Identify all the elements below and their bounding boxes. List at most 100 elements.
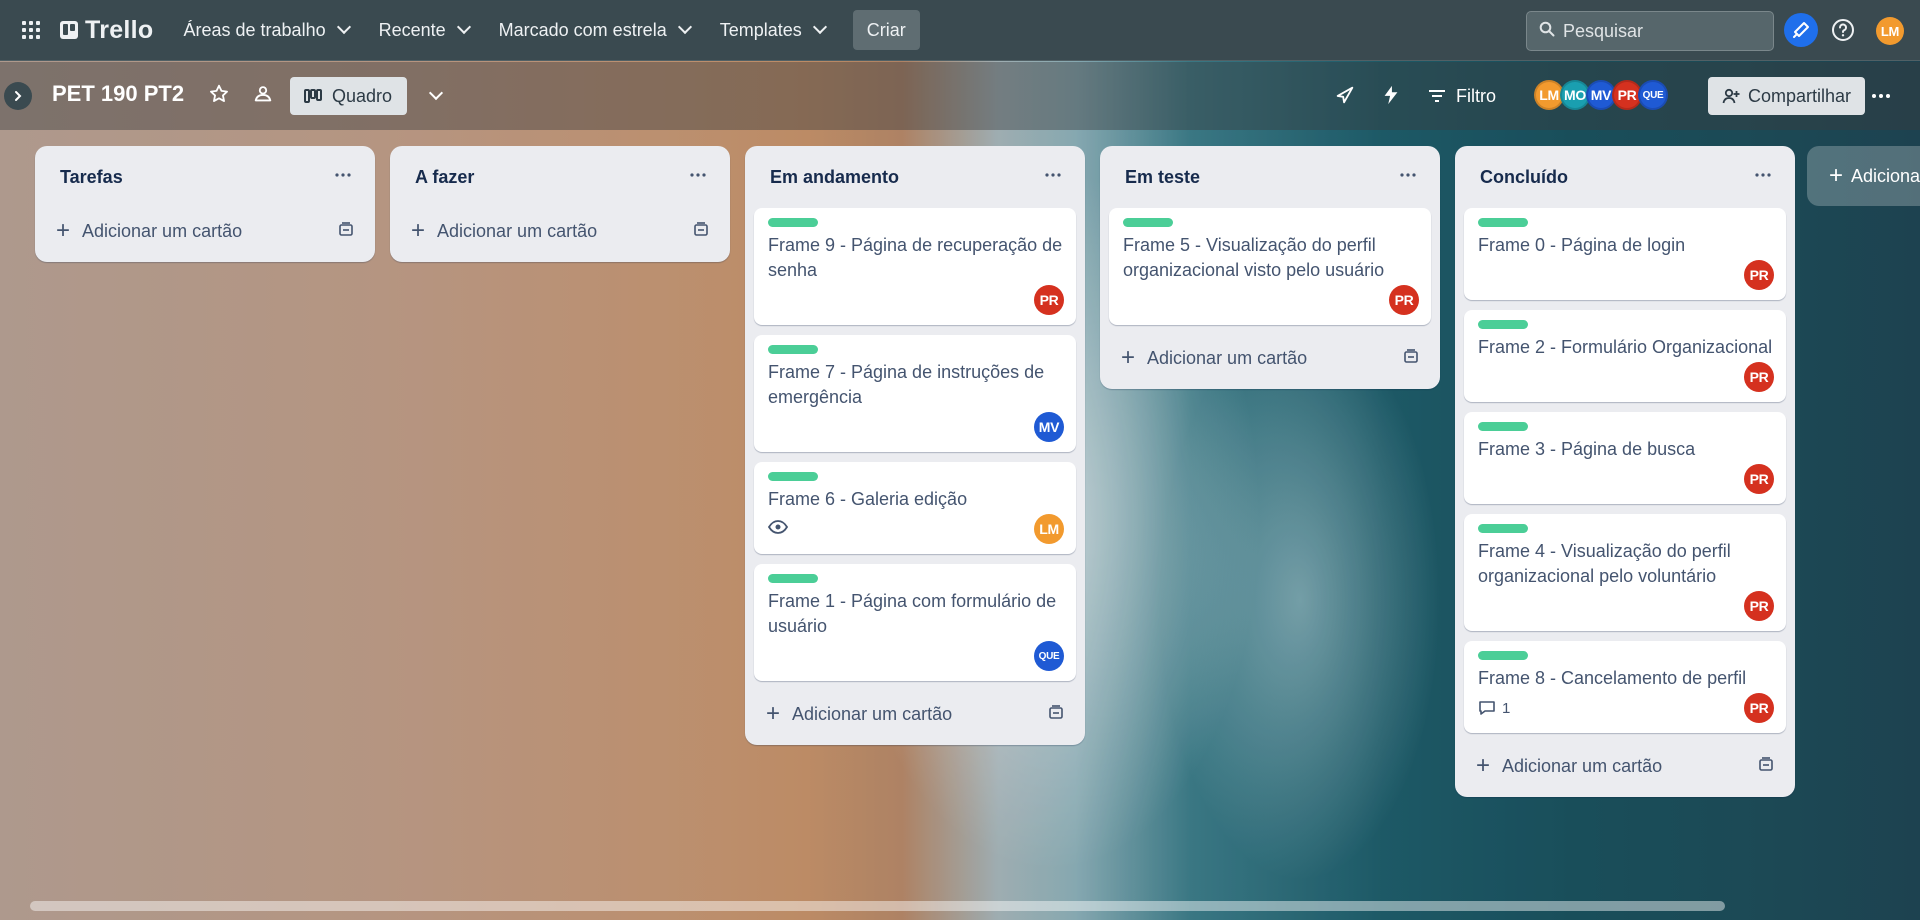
- card[interactable]: Frame 1 - Página com formulário de usuár…: [754, 564, 1076, 681]
- card-member-avatar[interactable]: MV: [1034, 412, 1064, 442]
- card[interactable]: Frame 7 - Página de instruções de emergê…: [754, 335, 1076, 452]
- filter-label: Filtro: [1456, 85, 1496, 106]
- card-member-avatar[interactable]: PR: [1744, 591, 1774, 621]
- help-icon: [1832, 19, 1854, 41]
- card-label-green[interactable]: [768, 574, 818, 583]
- help-button[interactable]: [1830, 17, 1856, 43]
- card[interactable]: Frame 4 - Visualização do perfil organiz…: [1464, 514, 1786, 631]
- automation-button[interactable]: [1380, 84, 1402, 111]
- card[interactable]: Frame 9 - Página de recuperação de senha…: [754, 208, 1076, 325]
- card-label-green[interactable]: [768, 472, 818, 481]
- card[interactable]: Frame 8 - Cancelamento de perfil 1 PR: [1464, 641, 1786, 733]
- list-title[interactable]: Tarefas: [60, 167, 123, 188]
- list-title[interactable]: Concluído: [1480, 167, 1568, 188]
- menu-starred[interactable]: Marcado com estrela: [487, 10, 702, 50]
- card-member-avatar[interactable]: PR: [1034, 285, 1064, 315]
- create-button[interactable]: Criar: [852, 10, 920, 50]
- add-card-label: Adicionar um cartão: [1147, 347, 1308, 368]
- create-from-template-icon[interactable]: [693, 221, 709, 242]
- card-label-green[interactable]: [1123, 218, 1173, 227]
- card-title: Frame 3 - Página de busca: [1478, 439, 1696, 459]
- card-label-green[interactable]: [1478, 422, 1528, 431]
- card-member-avatar[interactable]: PR: [1744, 464, 1774, 494]
- grid-icon[interactable]: [16, 15, 46, 45]
- more-icon: [1399, 166, 1417, 189]
- card[interactable]: Frame 6 - Galeria edição LM: [754, 462, 1076, 554]
- list-title[interactable]: Em andamento: [770, 167, 899, 188]
- filter-button[interactable]: Filtro: [1428, 77, 1496, 115]
- card-label-green[interactable]: [1478, 524, 1528, 533]
- list-header[interactable]: Concluído: [1464, 146, 1786, 208]
- view-switcher-button[interactable]: [416, 77, 456, 115]
- list-header[interactable]: Em teste: [1109, 146, 1431, 208]
- card-label-green[interactable]: [768, 218, 818, 227]
- card[interactable]: Frame 2 - Formulário Organizacional PR: [1464, 310, 1786, 402]
- add-list-button[interactable]: + Adiciona: [1807, 146, 1920, 206]
- card-member-avatar[interactable]: PR: [1389, 285, 1419, 315]
- power-ups-button[interactable]: [1334, 84, 1356, 111]
- card-member-avatar[interactable]: PR: [1744, 362, 1774, 392]
- card-member-avatar[interactable]: QUE: [1034, 641, 1064, 671]
- add-card-button[interactable]: + Adicionar um cartão: [754, 691, 1076, 737]
- member-avatar[interactable]: QUE: [1638, 80, 1668, 110]
- visibility-button[interactable]: [252, 83, 274, 110]
- menu-templates[interactable]: Templates: [708, 10, 837, 50]
- chevron-down-icon: [336, 19, 351, 35]
- card-member-avatar[interactable]: PR: [1744, 260, 1774, 290]
- list-header[interactable]: Em andamento: [754, 146, 1076, 208]
- list-header[interactable]: Tarefas: [44, 146, 366, 208]
- card-label-green[interactable]: [1478, 218, 1528, 227]
- list-menu-button[interactable]: [1038, 162, 1068, 192]
- list-menu-button[interactable]: [683, 162, 713, 192]
- list-title[interactable]: A fazer: [415, 167, 474, 188]
- sidebar-toggle-button[interactable]: [4, 82, 32, 110]
- menu-recent[interactable]: Recente: [367, 10, 481, 50]
- list-0: Tarefas + Adicionar um cartão: [35, 146, 375, 262]
- comment-icon: [1478, 700, 1496, 716]
- eye-icon: [767, 519, 789, 539]
- star-button[interactable]: [208, 83, 230, 110]
- add-card-label: Adicionar um cartão: [437, 220, 598, 241]
- share-button[interactable]: Compartilhar: [1708, 77, 1866, 115]
- card-member-avatar[interactable]: PR: [1744, 693, 1774, 723]
- scrollbar-thumb[interactable]: [30, 901, 1725, 911]
- card-label-green[interactable]: [768, 345, 818, 354]
- board-title[interactable]: PET 190 PT2: [52, 81, 184, 107]
- list-menu-button[interactable]: [328, 162, 358, 192]
- rocket-icon: [1336, 86, 1354, 104]
- more-icon: [1872, 94, 1890, 98]
- board-view-button[interactable]: Quadro: [290, 77, 408, 115]
- create-from-template-icon[interactable]: [1048, 704, 1064, 725]
- megaphone-icon: [1793, 22, 1809, 38]
- trello-logo[interactable]: Trello: [60, 16, 154, 45]
- add-card-button[interactable]: + Adicionar um cartão: [44, 208, 366, 254]
- card[interactable]: Frame 0 - Página de login PR: [1464, 208, 1786, 300]
- board-menu-button[interactable]: [1870, 85, 1892, 112]
- card-label-green[interactable]: [1478, 651, 1528, 660]
- create-from-template-icon[interactable]: [338, 221, 354, 242]
- list-menu-button[interactable]: [1748, 162, 1778, 192]
- add-card-button[interactable]: + Adicionar um cartão: [1109, 335, 1431, 381]
- logo-text: Trello: [85, 15, 154, 44]
- lightning-icon: [1384, 85, 1398, 105]
- list-title[interactable]: Em teste: [1125, 167, 1200, 188]
- create-from-template-icon[interactable]: [1403, 348, 1419, 369]
- user-avatar[interactable]: LM: [1876, 17, 1904, 45]
- list-menu-button[interactable]: [1393, 162, 1423, 192]
- list-header[interactable]: A fazer: [399, 146, 721, 208]
- card-label-green[interactable]: [1478, 320, 1528, 329]
- notifications-button[interactable]: [1784, 13, 1818, 47]
- menu-label: Marcado com estrela: [498, 19, 667, 40]
- add-card-button[interactable]: + Adicionar um cartão: [399, 208, 721, 254]
- search-placeholder: Pesquisar: [1563, 20, 1644, 41]
- comment-count: 1: [1502, 699, 1511, 717]
- horizontal-scrollbar[interactable]: [20, 899, 1900, 911]
- card-member-avatar[interactable]: LM: [1034, 514, 1064, 544]
- search-input[interactable]: Pesquisar: [1526, 11, 1774, 51]
- card[interactable]: Frame 5 - Visualização do perfil organiz…: [1109, 208, 1431, 325]
- card-footer: LM: [767, 514, 1064, 544]
- add-card-button[interactable]: + Adicionar um cartão: [1464, 743, 1786, 789]
- card[interactable]: Frame 3 - Página de busca PR: [1464, 412, 1786, 504]
- create-from-template-icon[interactable]: [1758, 756, 1774, 777]
- menu-workspaces[interactable]: Áreas de trabalho: [172, 10, 361, 50]
